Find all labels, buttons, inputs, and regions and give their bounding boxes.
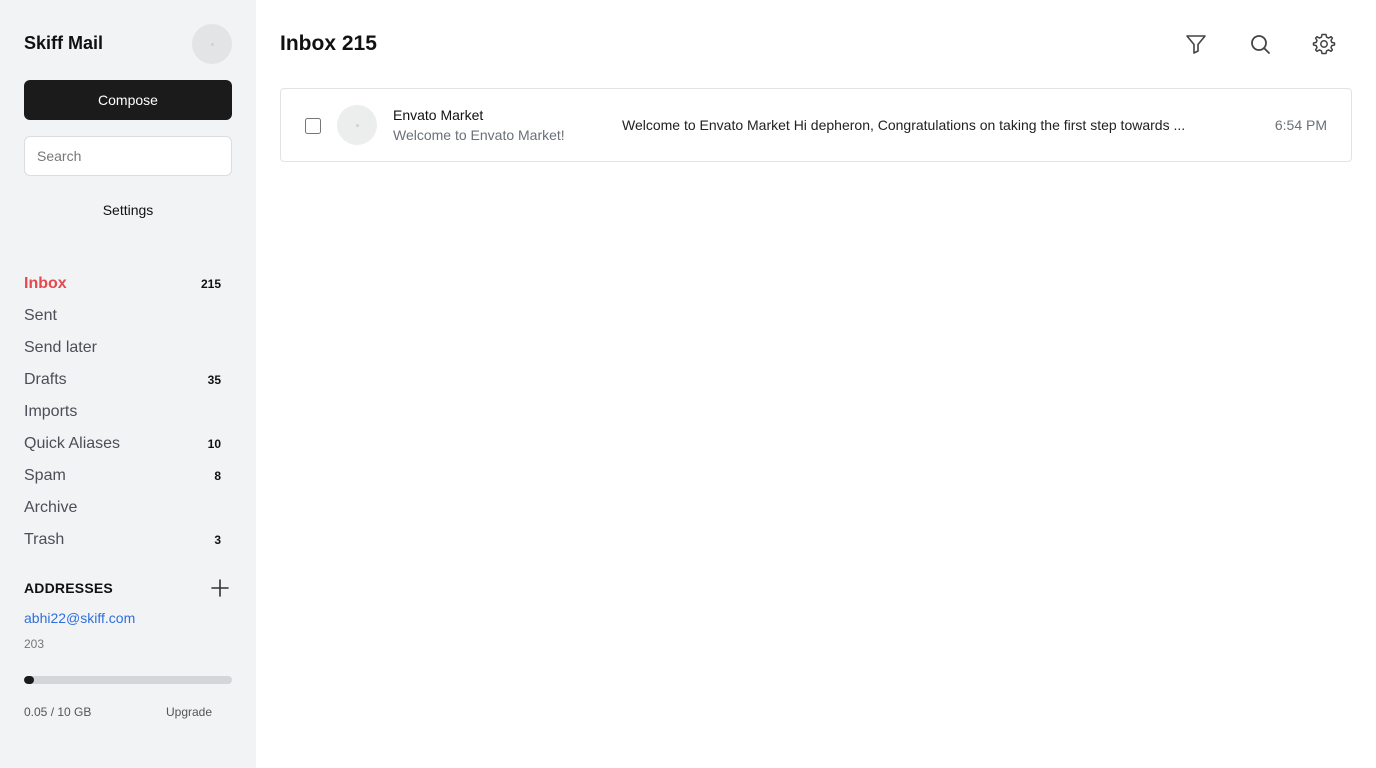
sidebar-item-label: Send later bbox=[24, 339, 97, 356]
upgrade-button[interactable]: Upgrade bbox=[166, 705, 212, 719]
sidebar-item-label: Quick Aliases bbox=[24, 435, 121, 452]
email-subject: Welcome to Envato Market! bbox=[393, 127, 565, 143]
unread-count: 215 bbox=[200, 277, 221, 291]
sidebar-item-inbox[interactable]: Inbox 215 bbox=[24, 268, 232, 300]
sender-avatar bbox=[337, 105, 377, 145]
user-avatar[interactable] bbox=[192, 24, 232, 64]
storage-progress-fill bbox=[24, 676, 34, 684]
sidebar-item-send-later[interactable]: Send later bbox=[24, 332, 232, 364]
email-row[interactable]: Envato Market Welcome to Envato Market! … bbox=[280, 88, 1352, 162]
sidebar-item-label: Inbox bbox=[24, 275, 67, 292]
email-select-checkbox[interactable] bbox=[305, 118, 321, 134]
unread-count: 3 bbox=[214, 533, 221, 547]
search-icon[interactable] bbox=[1248, 32, 1272, 56]
address-link[interactable]: abhi22@skiff.com bbox=[24, 610, 135, 626]
sidebar-item-label: Spam bbox=[24, 467, 66, 484]
main-panel: Inbox 215 Envato Market Welcome to Envat… bbox=[256, 0, 1376, 768]
add-address-icon[interactable] bbox=[210, 578, 230, 598]
sidebar-item-trash[interactable]: Trash 3 bbox=[24, 524, 232, 556]
sidebar-item-drafts[interactable]: Drafts 35 bbox=[24, 364, 232, 396]
storage-usage: 0.05 / 10 GB bbox=[24, 705, 92, 719]
sidebar-item-quick-aliases[interactable]: Quick Aliases 10 bbox=[24, 428, 232, 460]
unread-count: 35 bbox=[207, 373, 221, 387]
settings-link[interactable]: Settings bbox=[24, 202, 232, 218]
folder-nav: Inbox 215 Sent Send later Drafts 35 Impo… bbox=[24, 268, 232, 556]
addresses-heading: ADDRESSES bbox=[24, 580, 113, 596]
sidebar: Skiff Mail Compose Settings Inbox 215 Se… bbox=[0, 0, 256, 768]
gear-icon[interactable] bbox=[1312, 32, 1336, 56]
search-input[interactable] bbox=[24, 136, 232, 176]
sidebar-item-label: Drafts bbox=[24, 371, 67, 388]
sidebar-item-imports[interactable]: Imports bbox=[24, 396, 232, 428]
compose-button[interactable]: Compose bbox=[24, 80, 232, 120]
storage-progress-bar bbox=[24, 676, 232, 684]
sidebar-item-label: Imports bbox=[24, 403, 78, 420]
sidebar-item-label: Trash bbox=[24, 531, 65, 548]
sidebar-item-label: Sent bbox=[24, 307, 57, 324]
unread-count: 8 bbox=[214, 469, 221, 483]
email-sender: Envato Market bbox=[393, 107, 484, 123]
filter-icon[interactable] bbox=[1184, 32, 1208, 56]
app-name: Skiff Mail bbox=[24, 33, 104, 53]
page-title: Inbox 215 bbox=[280, 32, 377, 55]
email-time: 6:54 PM bbox=[1274, 117, 1327, 133]
sidebar-item-archive[interactable]: Archive bbox=[24, 492, 232, 524]
sidebar-item-label: Archive bbox=[24, 499, 78, 516]
unread-count: 10 bbox=[207, 437, 221, 451]
email-preview: Welcome to Envato Market Hi depheron, Co… bbox=[622, 117, 1186, 133]
sidebar-item-spam[interactable]: Spam 8 bbox=[24, 460, 232, 492]
sidebar-item-sent[interactable]: Sent bbox=[24, 300, 232, 332]
address-count: 203 bbox=[24, 637, 45, 651]
